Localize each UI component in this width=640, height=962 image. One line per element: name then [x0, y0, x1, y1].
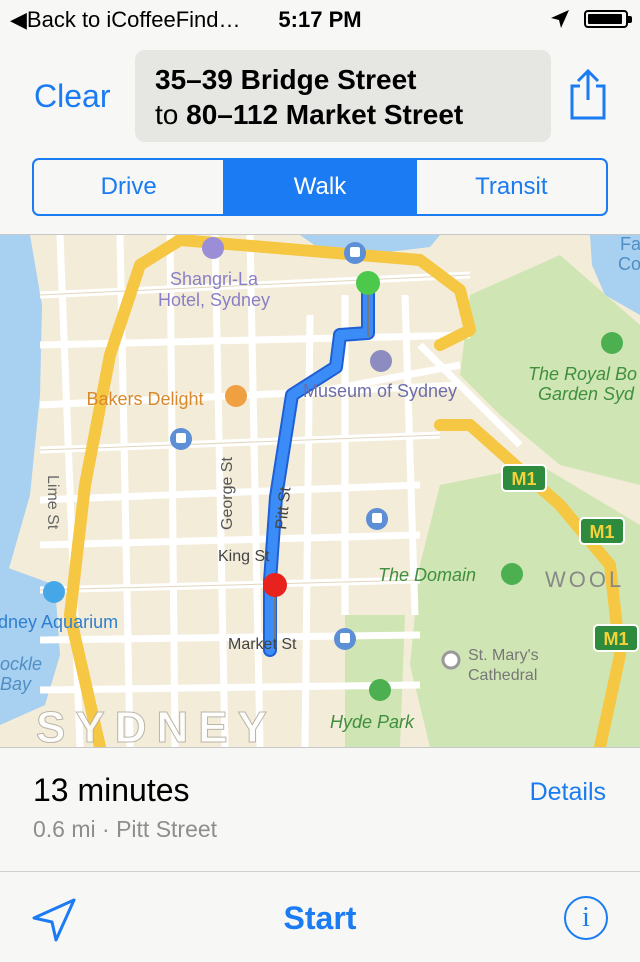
sydney-label: SYDNEY: [36, 703, 277, 747]
route-from: 35–39 Bridge Street: [155, 64, 417, 95]
bottom-toolbar: Start i: [0, 871, 640, 962]
bakers-delight-label: Bakers Delight: [86, 389, 203, 409]
transport-mode-selector: Drive Walk Transit: [32, 158, 608, 216]
park-tree-icon-domain: [501, 563, 523, 585]
farm-cove-label-2: Co: [618, 254, 640, 274]
king-st-label: King St: [218, 548, 270, 565]
george-st-label: George St: [219, 457, 236, 530]
bakery-icon: [225, 385, 247, 407]
aquarium-label: dney Aquarium: [0, 612, 118, 632]
route-address-box[interactable]: 35–39 Bridge Street to 80–112 Market Str…: [135, 50, 551, 142]
route-to-prefix: to: [155, 99, 179, 130]
start-pin-icon[interactable]: [356, 271, 380, 295]
woolloomooloo-label: WOOL: [545, 567, 624, 592]
aquarium-icon: [43, 581, 65, 603]
end-pin-icon[interactable]: [263, 573, 287, 597]
status-bar: ◀Back to iCoffeeFind… 5:17 PM: [0, 0, 640, 40]
map-canvas[interactable]: M1 M1 M1 Shangri-La Hotel, Sydney Bakers…: [0, 235, 640, 747]
battery-tip: [628, 16, 632, 23]
market-st-label: Market St: [228, 636, 297, 653]
route-to-line: to 80–112 Market Street: [155, 99, 463, 131]
tab-transit[interactable]: Transit: [414, 160, 606, 214]
shangri-la-label-2: Hotel, Sydney: [158, 290, 270, 310]
m1-label: M1: [603, 629, 628, 649]
info-icon[interactable]: i: [564, 896, 608, 940]
map-view[interactable]: M1 M1 M1 Shangri-La Hotel, Sydney Bakers…: [0, 235, 640, 747]
route-distance-street: 0.6 mi · Pitt Street: [33, 816, 218, 842]
location-arrow-icon: [551, 10, 569, 28]
directions-header: Clear 35–39 Bridge Street to 80–112 Mark…: [0, 40, 640, 235]
m1-label: M1: [511, 469, 536, 489]
park-tree-icon-hyde: [369, 679, 391, 701]
battery-icon: [584, 10, 632, 28]
route-summary-panel: 13 minutes Details 0.6 mi · Pitt Street …: [0, 747, 640, 961]
tab-walk[interactable]: Walk: [223, 160, 415, 214]
cathedral-icon: [441, 650, 461, 670]
st-marys-label-2: Cathedral: [468, 667, 537, 684]
route-duration: 13 minutes: [33, 772, 190, 808]
details-button[interactable]: Details: [530, 778, 606, 807]
status-time: 5:17 PM: [278, 7, 362, 32]
water-harbour-left: [0, 235, 42, 595]
cockle-bay-label-2: Bay: [0, 674, 32, 694]
museum-label: Museum of Sydney: [303, 381, 457, 401]
lime-st-label: Lime St: [44, 475, 61, 530]
status-right-icons: [550, 9, 632, 29]
cockle-bay-label: ockle: [0, 654, 42, 674]
farm-cove-label: Fa: [620, 235, 640, 254]
share-icon[interactable]: [566, 68, 610, 120]
pitt-st-label: Pitt St: [273, 486, 294, 531]
the-domain-label: The Domain: [378, 565, 476, 585]
royal-botanic-label-2: Garden Syd: [538, 384, 635, 404]
battery-level: [588, 14, 622, 24]
tab-drive[interactable]: Drive: [34, 160, 223, 214]
m1-label: M1: [589, 522, 614, 542]
start-button[interactable]: Start: [0, 900, 640, 937]
hyde-park-label: Hyde Park: [330, 712, 415, 732]
shangri-la-label: Shangri-La: [170, 269, 259, 289]
park-tree-icon: [601, 332, 623, 354]
clear-button[interactable]: Clear: [34, 78, 110, 115]
st-marys-label: St. Mary's: [468, 647, 539, 664]
royal-botanic-label: The Royal Bo: [528, 364, 637, 384]
hotel-icon: [202, 237, 224, 259]
route-to: 80–112 Market Street: [186, 99, 464, 130]
museum-icon: [370, 350, 392, 372]
